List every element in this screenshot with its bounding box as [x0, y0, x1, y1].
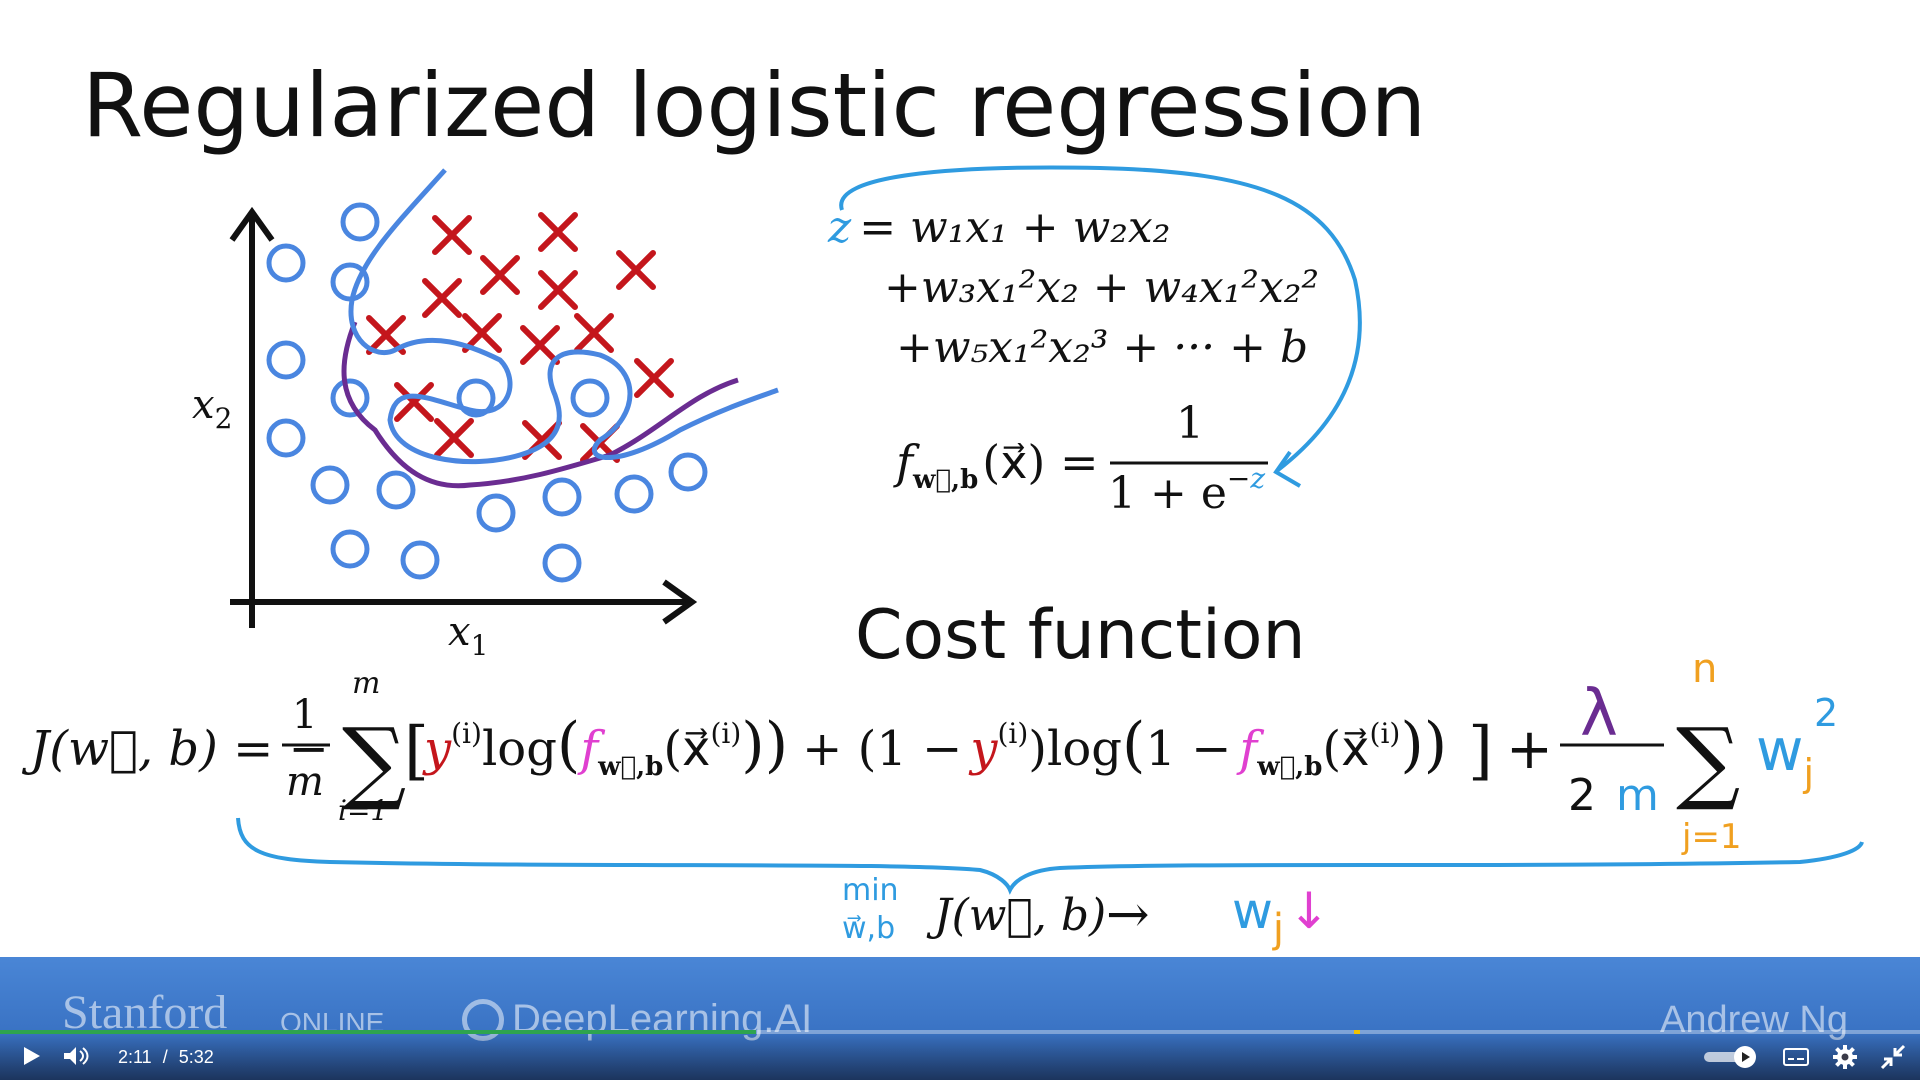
svg-text:1 + e−z: 1 + e−z	[1108, 462, 1265, 519]
circle-marker	[542, 543, 582, 583]
svg-text:+w₅x₁²x₂³ + ··· + b: +w₅x₁²x₂³ + ··· + b	[896, 322, 1308, 373]
cost-function-heading: Cost function	[855, 596, 1306, 675]
circle-marker	[330, 529, 370, 569]
cross-marker	[616, 250, 656, 290]
circle-marker	[266, 243, 306, 283]
cost-underbrace	[236, 817, 1864, 895]
svg-text:m: m	[286, 759, 324, 805]
circle-marker	[340, 202, 380, 242]
x-axis-label: x1	[448, 609, 488, 662]
svg-text:→: →	[1106, 885, 1150, 945]
exit-fullscreen-icon	[1880, 1044, 1906, 1070]
cost-equation: J(w⃗, b) = − 1 m m ∑ i=1 [ y(i)log(fw⃗,b…	[21, 646, 1838, 857]
cross-marker	[434, 418, 474, 458]
svg-text:1: 1	[1176, 398, 1204, 449]
subtitles-icon	[1783, 1048, 1809, 1066]
svg-text:∑: ∑	[1676, 709, 1740, 814]
circle-marker	[614, 474, 654, 514]
subtitles-button[interactable]	[1782, 1046, 1810, 1068]
svg-text:J(w⃗, b): J(w⃗, b)	[926, 890, 1106, 941]
time-display: 2:11 / 5:32	[118, 1047, 214, 1068]
volume-icon	[64, 1047, 89, 1065]
svg-text:z= w₁x₁ + w₂x₂: z = w₁x₁ + w₂x₂	[827, 202, 1170, 253]
circle-marker	[542, 477, 582, 517]
svg-text:wj↓: wj↓	[1232, 882, 1330, 952]
scatter-plot: x1 x2	[192, 168, 779, 662]
video-frame: Regularized logistic regression x1 x2 z =…	[0, 0, 1920, 1080]
y-axis-label: x2	[192, 382, 232, 435]
exit-fullscreen-button[interactable]	[1880, 1044, 1906, 1070]
svg-text:+w₃x₁²x₂ + w₄x₁²x₂²: +w₃x₁²x₂ + w₄x₁²x₂²	[884, 262, 1319, 313]
lecture-slide: Regularized logistic regression x1 x2 z =…	[21, 54, 1864, 952]
cross-marker	[432, 215, 472, 255]
cross-marker	[574, 313, 614, 353]
svg-text:λ: λ	[1580, 677, 1618, 751]
svg-text:y(i)log(fw⃗,b(x⃗(i)))+ (1 −y(i: y(i)log(fw⃗,b(x⃗(i))) + (1 − y(i))log(1 − f…	[422, 710, 1447, 782]
svg-text:n: n	[1692, 646, 1717, 692]
volume-button[interactable]	[62, 1044, 90, 1068]
blue-overfit-boundary	[348, 168, 779, 465]
circle-marker	[570, 378, 610, 418]
play-icon	[1742, 1052, 1750, 1062]
circle-marker	[400, 540, 440, 580]
svg-text:2: 2	[1568, 770, 1596, 821]
cross-marker	[538, 212, 578, 252]
sigmoid-equation: fw⃗,b(x⃗) = 1 1 + e−z	[893, 398, 1268, 519]
duration: 5:32	[178, 1047, 214, 1067]
svg-text:+: +	[1506, 717, 1553, 782]
settings-button[interactable]	[1832, 1044, 1858, 1070]
slide-title: Regularized logistic regression	[82, 54, 1426, 157]
circle-marker	[376, 470, 416, 510]
current-time: 2:11	[118, 1047, 152, 1067]
circle-marker	[476, 493, 516, 533]
seek-bar[interactable]	[0, 1030, 1920, 1034]
svg-text:j=1: j=1	[1681, 817, 1742, 857]
time-separator: /	[162, 1047, 168, 1067]
svg-text:]: ]	[1468, 714, 1493, 788]
circle-marker	[266, 340, 306, 380]
play-button[interactable]	[20, 1044, 44, 1068]
svg-text:fw⃗,b(x⃗) =: fw⃗,b(x⃗) =	[893, 435, 1099, 495]
seek-progress	[0, 1030, 757, 1034]
svg-text:1: 1	[292, 692, 317, 738]
svg-text:w⃗,b: w⃗,b	[842, 911, 895, 946]
svg-text:J(w⃗, b) = −: J(w⃗, b) = −	[21, 721, 329, 777]
svg-text:i=1: i=1	[338, 794, 388, 827]
play-icon	[24, 1047, 40, 1065]
svg-text:m: m	[352, 666, 380, 701]
circle-marker	[668, 452, 708, 492]
svg-text:min: min	[842, 873, 899, 908]
positive-examples	[366, 212, 674, 463]
minimize-expression: min w⃗,b J(w⃗, b) → wj↓	[842, 873, 1330, 952]
gear-icon	[1833, 1045, 1857, 1069]
cross-marker	[394, 382, 434, 422]
cross-marker	[422, 278, 462, 318]
video-controls	[0, 1032, 1920, 1080]
cross-marker	[634, 358, 674, 398]
z-equation: z = w₁x₁ + w₂x₂ +w₃x₁²x₂ + w₄x₁²x₂² +w₅x₁…	[827, 202, 1319, 373]
svg-text:m: m	[1616, 770, 1659, 821]
autoplay-toggle[interactable]	[1704, 1046, 1760, 1068]
cross-marker	[520, 325, 560, 365]
seek-marker	[1353, 1030, 1360, 1034]
autoplay-knob	[1734, 1046, 1756, 1068]
circle-marker	[310, 465, 350, 505]
svg-text:wj2: wj2	[1756, 691, 1838, 795]
cross-marker	[480, 255, 520, 295]
circle-marker	[266, 418, 306, 458]
cross-marker	[538, 270, 578, 310]
